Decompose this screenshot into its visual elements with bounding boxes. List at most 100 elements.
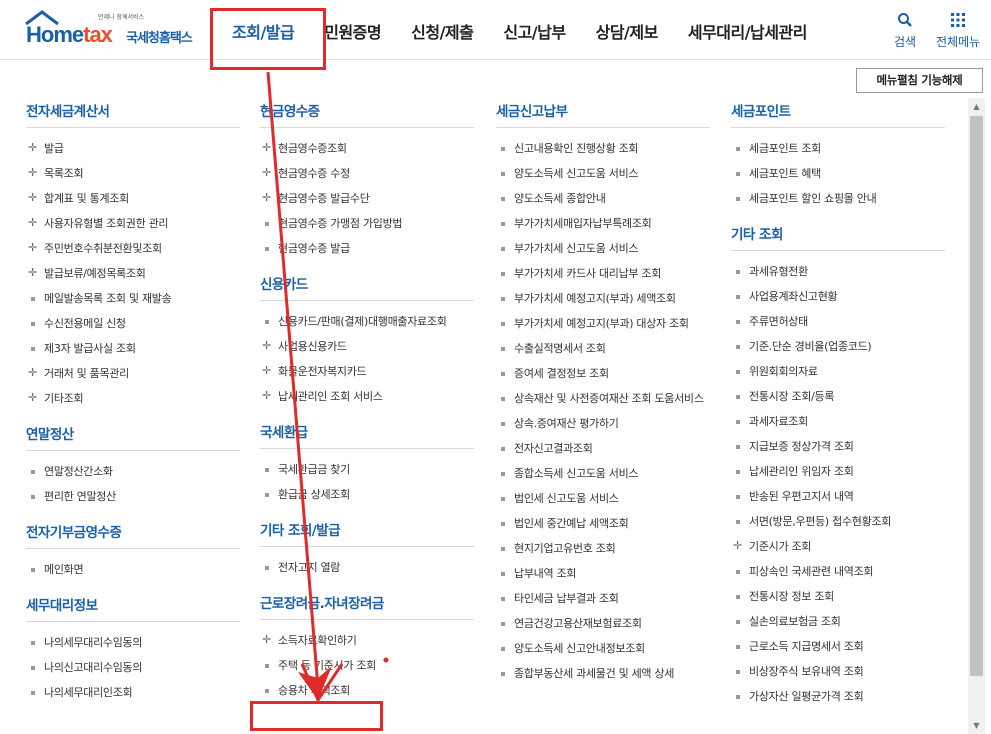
menu-item[interactable]: 종합부동산세 과세물건 및 세액 상세: [496, 661, 710, 686]
menu-item[interactable]: ✛ 기준시가 조회: [731, 534, 945, 559]
menu-section-title[interactable]: 현금영수증: [260, 100, 474, 128]
menu-item[interactable]: 납부내역 조회: [496, 561, 710, 586]
menu-item[interactable]: 양도소득세 신고안내정보조회: [496, 636, 710, 661]
menu-section-title[interactable]: 세무대리정보: [26, 594, 240, 622]
menu-item[interactable]: ✛ 발급: [26, 136, 240, 161]
menu-section-title[interactable]: 국세환급: [260, 421, 474, 449]
menu-item[interactable]: 반송된 우편고지서 내역: [731, 484, 945, 509]
search-button[interactable]: 검색: [894, 12, 916, 50]
menu-item[interactable]: 나의신고대리수임동의: [26, 655, 240, 680]
menu-item[interactable]: 부가가치세 예정고지(부과) 대상자 조회: [496, 311, 710, 336]
menu-item[interactable]: 법인세 신고도움 서비스: [496, 486, 710, 511]
nav-civil-certificate[interactable]: 민원증명: [324, 0, 381, 60]
menu-section-title[interactable]: 전자기부금영수증: [26, 521, 240, 549]
menu-section-title[interactable]: 세금신고납부: [496, 100, 710, 128]
menu-item[interactable]: 법인세 중간예납 세액조회: [496, 511, 710, 536]
menu-item[interactable]: 피상속인 국세관련 내역조회: [731, 559, 945, 584]
menu-item[interactable]: ✛ 사용자유형별 조회권한 관리: [26, 211, 240, 236]
menu-item[interactable]: 현금영수증 발급: [260, 236, 474, 261]
all-menu-button[interactable]: 전체메뉴: [936, 12, 980, 50]
menu-item[interactable]: 수출실적명세서 조회: [496, 336, 710, 361]
menu-item[interactable]: 실손의료보험금 조회: [731, 609, 945, 634]
menu-item[interactable]: ✛ 합계표 및 통계조회: [26, 186, 240, 211]
menu-item[interactable]: ✛ 발급보류/예정목록조회: [26, 261, 240, 286]
menu-item[interactable]: 세금포인트 할인 쇼핑몰 안내: [731, 186, 945, 211]
menu-item[interactable]: 나의세무대리인조회: [26, 680, 240, 705]
nav-consult-report[interactable]: 상담/제보: [596, 0, 659, 60]
menu-item[interactable]: 현금영수증 가맹점 가입방법: [260, 211, 474, 236]
menu-item[interactable]: ✛ 소득자료확인하기: [260, 628, 474, 653]
menu-item[interactable]: 환급금 상세조회: [260, 482, 474, 507]
menu-item[interactable]: 부가가치세매입자납부특례조회: [496, 211, 710, 236]
vertical-scrollbar[interactable]: ▲ ▼: [968, 98, 985, 734]
menu-item[interactable]: 양도소득세 신고도움 서비스: [496, 161, 710, 186]
menu-item[interactable]: ✛ 주민번호수취분전환및조회: [26, 236, 240, 261]
menu-item[interactable]: ✛ 납세관리인 조회 서비스: [260, 384, 474, 409]
menu-item[interactable]: 부가가치세 카드사 대리납부 조회: [496, 261, 710, 286]
menu-item[interactable]: 전통시장 조회/등록: [731, 384, 945, 409]
menu-item[interactable]: 근로소득 지급명세서 조회: [731, 634, 945, 659]
menu-item[interactable]: 전자신고결과조회: [496, 436, 710, 461]
menu-item[interactable]: 타인세금 납부결과 조회: [496, 586, 710, 611]
menu-item[interactable]: 상속재산 및 사전증여재산 조회 도움서비스: [496, 386, 710, 411]
menu-section-title[interactable]: 세금포인트: [731, 100, 945, 128]
menu-item[interactable]: 연금건강고용산재보험료조회: [496, 611, 710, 636]
menu-section-title[interactable]: 연말정산: [26, 423, 240, 451]
menu-item[interactable]: 연말정산간소화: [26, 459, 240, 484]
nav-application-submit[interactable]: 신청/제출: [411, 0, 474, 60]
menu-item[interactable]: ✛ 기타조회: [26, 386, 240, 411]
menu-item[interactable]: 전자고지 열람: [260, 555, 474, 580]
menu-item[interactable]: 전통시장 정보 조회: [731, 584, 945, 609]
menu-item[interactable]: 세금포인트 혜택: [731, 161, 945, 186]
menu-item[interactable]: 지급보증 정상가격 조회: [731, 434, 945, 459]
menu-item[interactable]: 비상장주식 보유내역 조회: [731, 659, 945, 684]
menu-item[interactable]: ✛ 화물운전자복지카드: [260, 359, 474, 384]
hometax-logo[interactable]: 언제나 함께서비스 Hometax 국세청홈택스: [24, 10, 208, 50]
menu-item[interactable]: 신고내용확인 진행상황 조회: [496, 136, 710, 161]
menu-item[interactable]: 신용카드/판매(결제)대행매출자료조회: [260, 309, 474, 334]
menu-item[interactable]: 증여세 결정정보 조회: [496, 361, 710, 386]
menu-item[interactable]: 메일발송목록 조회 및 재발송: [26, 286, 240, 311]
nav-tax-agent[interactable]: 세무대리/납세관리: [688, 0, 808, 60]
menu-item[interactable]: ✛ 현금영수증조회: [260, 136, 474, 161]
menu-item[interactable]: 편리한 연말정산: [26, 484, 240, 509]
menu-item[interactable]: 주택 등 기준시가 조회: [260, 653, 474, 678]
menu-item[interactable]: 납세관리인 위임자 조회: [731, 459, 945, 484]
menu-item[interactable]: ✛ 목록조회: [26, 161, 240, 186]
scroll-down-arrow-icon[interactable]: ▼: [968, 717, 985, 734]
menu-item[interactable]: 사업용계좌신고현황: [731, 284, 945, 309]
menu-item[interactable]: 양도소득세 종합안내: [496, 186, 710, 211]
nav-report-payment[interactable]: 신고/납부: [503, 0, 566, 60]
menu-item[interactable]: 수신전용메일 신청: [26, 311, 240, 336]
menu-section-title[interactable]: 기타 조회: [731, 223, 945, 251]
menu-item[interactable]: ✛ 거래처 및 품목관리: [26, 361, 240, 386]
menu-item[interactable]: 서면(방문,우편등) 접수현황조회: [731, 509, 945, 534]
menu-item[interactable]: 부가가치세 예정고지(부과) 세액조회: [496, 286, 710, 311]
menu-item[interactable]: 승용차 가액조회: [260, 678, 474, 703]
menu-item[interactable]: 나의세무대리수임동의: [26, 630, 240, 655]
menu-item[interactable]: 주류면허상태: [731, 309, 945, 334]
menu-section-title[interactable]: 전자세금계산서: [26, 100, 240, 128]
menu-item[interactable]: 현지기업고유번호 조회: [496, 536, 710, 561]
menu-item[interactable]: 기준.단순 경비율(업종코드): [731, 334, 945, 359]
scrollbar-thumb[interactable]: [970, 116, 983, 676]
menu-item[interactable]: ✛ 사업용신용카드: [260, 334, 474, 359]
menu-item[interactable]: ✛ 현금영수증 수정: [260, 161, 474, 186]
scroll-up-arrow-icon[interactable]: ▲: [968, 98, 985, 115]
menu-item[interactable]: 가상자산 일평균가격 조회: [731, 684, 945, 709]
menu-item[interactable]: 위원회회의자료: [731, 359, 945, 384]
menu-item[interactable]: 메인화면: [26, 557, 240, 582]
menu-item[interactable]: 세금포인트 조회: [731, 136, 945, 161]
menu-item[interactable]: 국세환급금 찾기: [260, 457, 474, 482]
menu-section-title[interactable]: 근로장려금.자녀장려금: [260, 592, 474, 620]
menu-item[interactable]: 상속.증여재산 평가하기: [496, 411, 710, 436]
menu-item[interactable]: 부가가치세 신고도움 서비스: [496, 236, 710, 261]
menu-item[interactable]: ✛ 현금영수증 발급수단: [260, 186, 474, 211]
menu-section-title[interactable]: 기타 조회/발급: [260, 519, 474, 547]
menu-item[interactable]: 과세유형전환: [731, 259, 945, 284]
menu-section-title[interactable]: 신용카드: [260, 273, 474, 301]
menu-item[interactable]: 과세자료조회: [731, 409, 945, 434]
menu-item[interactable]: 종합소득세 신고도움 서비스: [496, 461, 710, 486]
menu-fold-toggle-button[interactable]: 메뉴펼침 기능해제: [856, 68, 983, 93]
menu-item[interactable]: 제3자 발급사실 조회: [26, 336, 240, 361]
